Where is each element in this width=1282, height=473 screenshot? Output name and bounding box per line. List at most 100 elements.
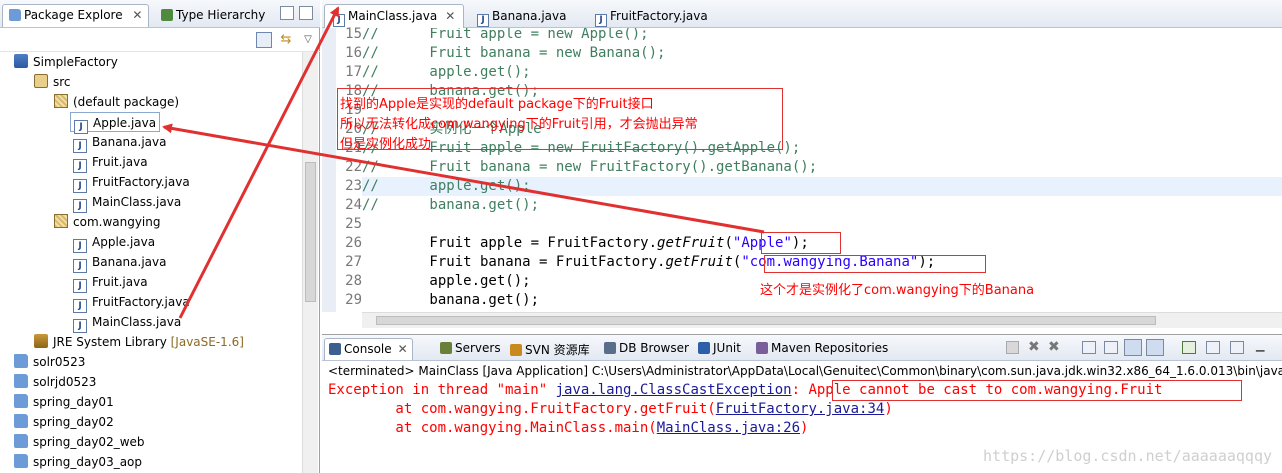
console-line: at com.wangying.MainClass.main(MainClass… [328,419,808,438]
annotation-note: 但是实例化成功 [340,137,432,152]
tab-console[interactable]: Console ✕ [324,338,413,360]
tab-package-explorer-label: Package Explore [24,8,123,22]
remove-launch-icon[interactable]: ✖ [1028,339,1040,355]
tree-label: Banana.java [92,135,167,149]
tree-label: solrjd0523 [33,375,97,389]
tree-package-com-wangying[interactable]: com.wangying [54,212,161,232]
tab-fruitfactory-java[interactable]: J FruitFactory.java [586,4,717,28]
code-line: // apple.get(); [362,64,531,80]
console-tabbar: Console ✕ Servers SVN 资源库 DB Browser JUni… [322,335,1282,361]
tree-project-spring-day02[interactable]: spring_day02 [14,412,114,432]
tab-maven-repositories[interactable]: Maven Repositories [752,338,892,360]
tab-junit[interactable]: JUnit [694,338,745,360]
line-number: 28 [345,273,362,289]
remove-all-icon[interactable]: ✖ [1048,339,1060,355]
tree-label: spring_day02_web [33,435,145,449]
tree-file-banana-default[interactable]: J Banana.java [73,132,167,153]
line-number: 22 [345,159,362,175]
tree-default-package[interactable]: (default package) [54,92,179,112]
code-line: // Fruit banana = new Banana(); [362,45,666,61]
view-menu-icon[interactable]: ▽ [300,32,316,48]
tree-project-simplefactory[interactable]: SimpleFactory [14,52,118,72]
tree-project-spring-day03-aop[interactable]: spring_day03_aop [14,452,142,472]
display-console-icon[interactable] [1206,341,1220,354]
tree-file-fruitfactory-default[interactable]: J FruitFactory.java [73,172,190,193]
tree-file-apple-pkg[interactable]: J Apple.java [73,232,156,253]
line-number: 16 [345,45,362,61]
package-icon [54,214,68,228]
folder-icon [14,394,28,408]
junit-icon [698,342,710,354]
tree-label: JRE System Library [53,335,167,349]
tree-file-fruit-default[interactable]: J Fruit.java [73,152,148,173]
link-with-editor-icon[interactable]: ⇆ [278,32,294,48]
java-file-icon: J [595,14,607,27]
stacktrace-link[interactable]: FruitFactory.java:34 [716,401,885,417]
tab-banana-java[interactable]: J Banana.java [468,4,575,28]
tree-src-folder[interactable]: src [34,72,71,92]
pin-console-icon[interactable] [1182,341,1196,354]
package-tree: SimpleFactory src (default package) J App… [0,52,302,473]
close-icon[interactable]: ✕ [132,8,142,22]
word-wrap-icon[interactable] [1124,339,1142,356]
project-icon [14,54,28,68]
close-icon[interactable]: ✕ [398,342,408,356]
console-text: ) [884,401,893,417]
exception-link[interactable]: java.lang.ClassCastException [556,382,792,398]
stacktrace-link[interactable]: MainClass.java:26 [657,420,800,436]
line-number: 25 [345,216,362,232]
tree-file-mainclass-default[interactable]: J MainClass.java [73,192,182,213]
line-number: 24 [345,197,362,213]
folder-icon [14,434,28,448]
line-number: 29 [345,292,362,308]
tree-project-spring-day01[interactable]: spring_day01 [14,392,114,412]
tree-file-banana-pkg[interactable]: J Banana.java [73,252,167,273]
svn-icon [510,344,522,356]
code-token: Fruit apple = FruitFactory. [362,235,658,251]
open-console-icon[interactable] [1230,341,1244,354]
maximize-icon[interactable] [299,6,313,20]
tree-project-solrjd0523[interactable]: solrjd0523 [14,372,96,392]
tab-package-explorer[interactable]: Package Explore ✕ [2,4,150,27]
tree-label: spring_day03_aop [33,455,143,469]
clear-console-icon[interactable] [1082,341,1096,354]
scrollbar-thumb[interactable] [376,316,1156,325]
scroll-lock-icon[interactable] [1104,341,1118,354]
java-file-icon: J [73,159,87,173]
collapse-all-icon[interactable] [256,32,272,48]
tree-project-solr0523[interactable]: solr0523 [14,352,85,372]
maven-icon [756,342,768,354]
scrollbar-thumb[interactable] [305,162,316,302]
java-file-icon: J [73,319,87,333]
terminate-icon[interactable] [1006,341,1019,354]
tree-label: MainClass.java [92,315,182,329]
package-explorer-scrollbar[interactable] [302,52,318,473]
tree-project-spring-day02-web[interactable]: spring_day02_web [14,432,145,452]
tree-label: Banana.java [92,255,167,269]
tree-jre-library[interactable]: JRE System Library [JavaSE-1.6] [34,332,244,352]
folder-icon [14,454,28,468]
minimize-icon[interactable]: ▁ [1256,339,1264,352]
database-icon [604,342,616,354]
close-icon[interactable]: ✕ [445,9,455,23]
editor-horizontal-scrollbar[interactable] [362,312,1282,328]
minimize-icon[interactable] [280,6,294,20]
tree-label: MainClass.java [92,195,182,209]
tree-label: Apple.java [92,235,156,249]
tab-svn[interactable]: SVN 资源库 [506,338,594,360]
tab-type-hierarchy[interactable]: Type Hierarchy [154,4,272,27]
tab-db-browser[interactable]: DB Browser [600,338,693,360]
show-on-output-icon[interactable] [1146,339,1164,356]
tree-file-fruit-pkg[interactable]: J Fruit.java [73,272,148,293]
tree-file-apple-default[interactable]: J Apple.java [70,112,161,134]
tree-file-mainclass-pkg[interactable]: J MainClass.java [73,312,182,333]
console-text: ) [800,420,809,436]
console-text: at com.wangying.MainClass.main( [328,420,657,436]
java-file-icon: J [73,139,87,153]
tab-servers[interactable]: Servers [436,338,505,360]
tree-file-fruitfactory-pkg[interactable]: J FruitFactory.java [73,292,190,313]
package-explorer-panel: Package Explore ✕ Type Hierarchy ⇆ ▽ Sim… [0,0,320,473]
annotation-note: 所以无法转化成com.wangying下的Fruit引用，才会抛出异常 [340,117,698,132]
editor-tabbar: J MainClass.java ✕ J Banana.java J FruitFact… [322,0,1282,28]
jre-version-label: [JavaSE-1.6] [170,335,244,349]
